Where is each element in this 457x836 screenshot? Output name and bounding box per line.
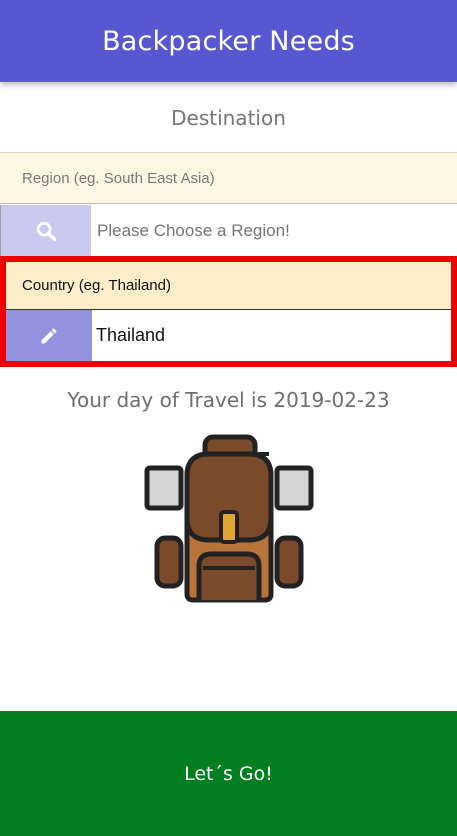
region-input[interactable] [91,205,457,256]
region-label: Region (eg. South East Asia) [0,152,457,204]
region-input-row [0,205,457,257]
lets-go-button[interactable]: Let´s Go! [0,711,457,836]
travel-day-text: Your day of Travel is 2019-02-23 [67,388,390,412]
country-label-text: Country (eg. Thailand) [22,277,171,294]
country-label: Country (eg. Thailand) [6,262,451,310]
country-edit-button[interactable] [6,310,92,361]
region-label-text: Region (eg. South East Asia) [22,169,215,187]
backpack-icon [144,434,314,603]
app-bar: Backpacker Needs [0,0,457,82]
destination-heading: Destination [171,106,286,130]
country-input-row [6,310,451,361]
pencil-icon [41,327,57,343]
country-section-highlight: Country (eg. Thailand) [0,256,457,367]
lets-go-label: Let´s Go! [184,762,273,785]
app-title: Backpacker Needs [102,25,355,57]
search-icon [36,221,57,241]
region-search-button[interactable] [0,205,91,256]
country-input[interactable] [92,310,451,361]
